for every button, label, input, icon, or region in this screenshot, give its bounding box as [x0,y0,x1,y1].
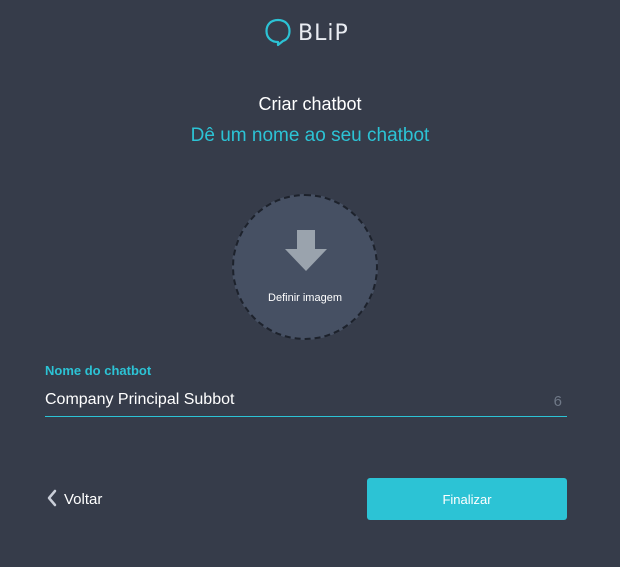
logo-text: BLiP [298,21,349,46]
back-button-label: Voltar [64,491,103,508]
blip-logo: BLiP [264,17,349,52]
speech-bubble-icon [264,17,292,52]
avatar-upload-label: Definir imagem [268,292,342,304]
page-title: Criar chatbot [258,94,362,114]
page-subtitle: Dê um nome ao seu chatbot [190,125,430,146]
chevron-left-icon [46,488,58,513]
input-underline [45,416,567,417]
chatbot-name-input[interactable] [45,388,545,412]
download-arrow-icon [284,230,328,277]
finish-button[interactable]: Finalizar [367,478,567,520]
back-button[interactable]: Voltar [46,488,102,512]
avatar-upload[interactable]: Definir imagem [232,194,378,340]
character-counter: 6 [553,393,562,410]
chatbot-name-label: Nome do chatbot [45,363,152,378]
